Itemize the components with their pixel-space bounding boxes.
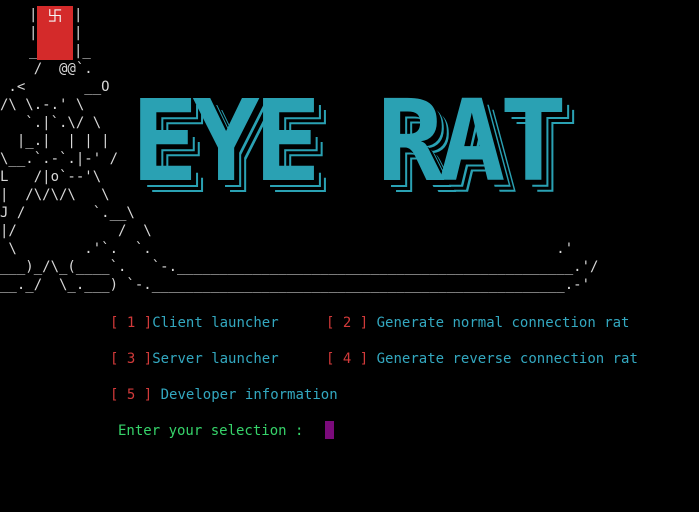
- ascii-line: .< __O: [0, 79, 110, 95]
- menu-item-developer-info[interactable]: [ 5 ] Developer information: [110, 386, 338, 404]
- bracket-close: ]: [143, 351, 153, 367]
- logo-icon: 卐: [37, 6, 73, 60]
- menu-item-client-launcher[interactable]: [ 1 ]Client launcher: [110, 314, 279, 332]
- logo-edge-right: | | |_: [74, 7, 91, 59]
- menu-label: Server launcher: [152, 351, 279, 367]
- bracket-open: [: [110, 387, 119, 403]
- menu-item-generate-reverse-rat[interactable]: [ 4 ] Generate reverse connection rat: [326, 350, 638, 368]
- bracket-open: [: [110, 315, 119, 331]
- bracket-close: ]: [359, 351, 369, 367]
- menu-item-generate-normal-rat[interactable]: [ 2 ] Generate normal connection rat: [326, 314, 630, 332]
- menu-item-server-launcher[interactable]: [ 3 ]Server launcher: [110, 350, 279, 368]
- bracket-open: [: [326, 351, 335, 367]
- bracket-close: ]: [143, 315, 153, 331]
- ascii-line: `.|`.\/ \: [0, 115, 102, 131]
- ascii-line: \ .'`. `. .': [0, 241, 574, 257]
- bracket-close: ]: [359, 315, 369, 331]
- ascii-line: | /\/\/\ \: [0, 187, 110, 203]
- menu-label: Generate reverse connection rat: [376, 351, 638, 367]
- ascii-line: / @@`.: [0, 61, 93, 77]
- input-cursor[interactable]: [325, 421, 334, 439]
- logo-symbol: 卐: [47, 7, 63, 25]
- bracket-open: [: [110, 351, 119, 367]
- ascii-line: \__.`.-`.|-' /: [0, 151, 119, 167]
- bracket-open: [: [326, 315, 335, 331]
- ascii-line: L /|o`--'\: [0, 169, 102, 185]
- ascii-line: J / `.__\: [0, 205, 135, 221]
- menu-label: Developer information: [160, 387, 338, 403]
- menu-label: Client launcher: [152, 315, 279, 331]
- menu-number: 1: [126, 315, 136, 331]
- menu-number: 4: [342, 351, 352, 367]
- app-title: EYE RAT: [131, 77, 567, 207]
- ascii-line: ___)_/\_(____`. `-._____________________…: [0, 259, 599, 275]
- menu-number: 3: [126, 351, 136, 367]
- selection-prompt: Enter your selection :: [118, 423, 304, 439]
- menu-number: 5: [126, 387, 136, 403]
- menu-label: Generate normal connection rat: [376, 315, 630, 331]
- ascii-line: /\ \.-.' \: [0, 97, 85, 113]
- ascii-line: __._/ \_.___) `-._______________________…: [0, 277, 591, 293]
- bracket-close: ]: [143, 387, 153, 403]
- menu-number: 2: [342, 315, 352, 331]
- ascii-line: |_.| | | |: [0, 133, 110, 149]
- ascii-line: |/ / \: [0, 223, 152, 239]
